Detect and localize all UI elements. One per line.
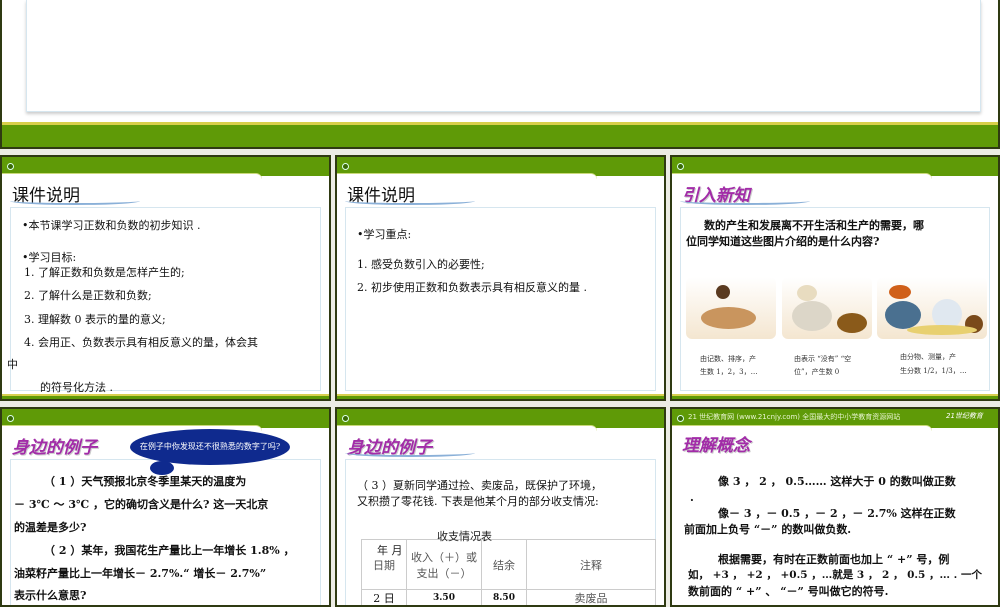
slide-header [2,157,329,180]
callout-text: 在例子中你发现还不很熟悉的数字了吗? [139,442,281,451]
text-line: 前面加上负号 “－” 的数叫做负数. [684,523,852,536]
table-header-row: 日期 收入（＋）或支出（－） 结余 注释 [361,539,656,590]
column-header: 收入（＋）或支出（－） [406,539,482,590]
slide-header: 21 世纪教育网 (www.21cnjy.com) 全国最大的中小学教育资源网站… [672,409,998,432]
website-banner: 21 世纪教育网 (www.21cnjy.com) 全国最大的中小学教育资源网站 [688,413,901,421]
slide-thumbnail-5[interactable]: 身边的例子 在例子中你发现还不很熟悉的数字了吗? （ 1 ）天气预报北京冬季里某… [0,407,331,607]
swoosh-decoration [10,197,140,205]
text-line: （ 2 ）某年，我国花生产量比上一年增长 1.8% ， [44,544,295,557]
caption: 位”，产生数 0 [794,368,840,376]
table-caption: 收支情况表 [437,530,492,543]
slide-thumbnail-4[interactable]: 引入新知 数的产生和发展离不开生活和生产的需要，哪 位同学知道这些图片介绍的是什… [670,155,1000,401]
slide-header [2,409,329,432]
swoosh-decoration [680,197,810,205]
table-cell: 8.50 [481,589,527,605]
caption: 由分物、测量，产 [900,353,956,361]
slide-title: 身边的例子 [12,438,97,458]
illustration-counting [686,277,776,339]
illustration-pots [782,277,872,339]
slide-footer [2,394,329,399]
table-cell: 2 日 [361,589,407,605]
column-header: 注释 [526,539,656,590]
slide-footer [337,394,664,399]
illustration-sharing [877,277,987,339]
text-line: 表示什么意思? [14,589,87,602]
text-line: 4. 会用正、负数表示具有相反意义的量，体会其 [24,336,258,349]
text-line: － 3℃ ～ 3℃ ，它的确切含义是什么? 这一天北京 [14,498,269,511]
text-line: 1. 感受负数引入的必要性; [357,258,485,271]
caption: 生分数 1/2，1/3，… [900,367,967,375]
table-caption-date: 年 月 [377,544,403,557]
callout-cloud: 在例子中你发现还不很熟悉的数字了吗? [130,429,290,475]
text-line: 根据需要，有时在正数前面也加上 “ +” 号，例 [718,553,950,566]
slide-header [337,157,664,180]
caption: 由记数、排序，产 [700,355,756,363]
table-row: 2 日 3.50 8.50 卖废品 [361,589,656,605]
bullet-icon [342,415,349,422]
bullet-icon [7,415,14,422]
text-line: 又积攒了零花钱. 下表是他某个月的部分收支情况: [357,495,599,508]
text-line: •本节课学习正数和负数的初步知识 . [22,219,201,232]
text-line: •学习重点: [357,228,412,241]
text-line: 的符号化方法 . [40,381,113,394]
caption: 由表示 “没有” “空 [794,355,852,363]
content-panel [26,0,981,112]
text-line: 的温差是多少? [14,521,87,534]
bullet-icon [677,415,684,422]
site-logo: 21世纪教育 [946,412,983,420]
text-line: 3. 理解数 0 表示的量的意义; [24,313,166,326]
slide-footer [672,394,998,399]
text-line: 像 3 ， 2 ， 0.5…… 这样大于 0 的数叫做正数 [718,475,956,488]
footer-band [2,122,998,147]
text-line: （ 1 ）天气预报北京冬季里某天的温度为 [44,475,247,488]
text-line: 位同学知道这些图片介绍的是什么内容? [686,235,880,248]
text-line: 数前面的 “ +” 、 “－” 号叫做它的符号. [688,585,889,598]
bullet-icon [342,163,349,170]
slide-header [337,409,664,432]
slide-title: 理解概念 [682,436,750,456]
slide-header [672,157,998,180]
slide-thumbnail-2[interactable]: 课件说明 •本节课学习正数和负数的初步知识 . •学习目标: 1. 了解正数和负… [0,155,331,401]
slide-thumbnail-7[interactable]: 21 世纪教育网 (www.21cnjy.com) 全国最大的中小学教育资源网站… [670,407,1000,607]
text-line: （ 3 ）夏新同学通过捡、卖废品，既保护了环境， [357,479,602,492]
column-header: 结余 [481,539,527,590]
text-line: 2. 初步使用正数和负数表示具有相反意义的量 . [357,281,587,294]
income-expense-table: 日期 收入（＋）或支出（－） 结余 注释 2 日 3.50 8.50 卖废品 [361,539,656,605]
text-line: 2. 了解什么是正数和负数; [24,289,152,302]
slide-thumbnail-1[interactable] [0,0,1000,149]
caption: 生数 1，2，3，… [700,368,758,376]
text-line: 像－ 3 ，－ 0.5 ，－ 2 ，－ 2.7% 这样在正数 [718,507,956,520]
swoosh-decoration [345,449,475,457]
text-line: 数的产生和发展离不开生活和生产的需要，哪 [704,219,924,232]
swoosh-decoration [345,197,475,205]
bullet-icon [677,163,684,170]
text-line: •学习目标: [22,251,77,264]
bullet-icon [7,163,14,170]
slide-thumbnail-6[interactable]: 身边的例子 （ 3 ）夏新同学通过捡、卖废品，既保护了环境， 又积攒了零花钱. … [335,407,666,607]
text-line: 如， +3 ， +2 ， +0.5 ，…就是 3 ， 2 ， 0.5 ，… . … [688,569,982,581]
slide-thumbnail-3[interactable]: 课件说明 •学习重点: 1. 感受负数引入的必要性; 2. 初步使用正数和负数表… [335,155,666,401]
text-line: . [690,491,694,504]
table-cell: 卖废品 [526,589,656,605]
text-line: 中 [7,358,18,371]
table-cell: 3.50 [406,589,482,605]
text-line: 油菜籽产量比上一年增长－ 2.7%.“ 增长－ 2.7%” [14,567,267,580]
text-line: 1. 了解正数和负数是怎样产生的; [24,266,185,279]
